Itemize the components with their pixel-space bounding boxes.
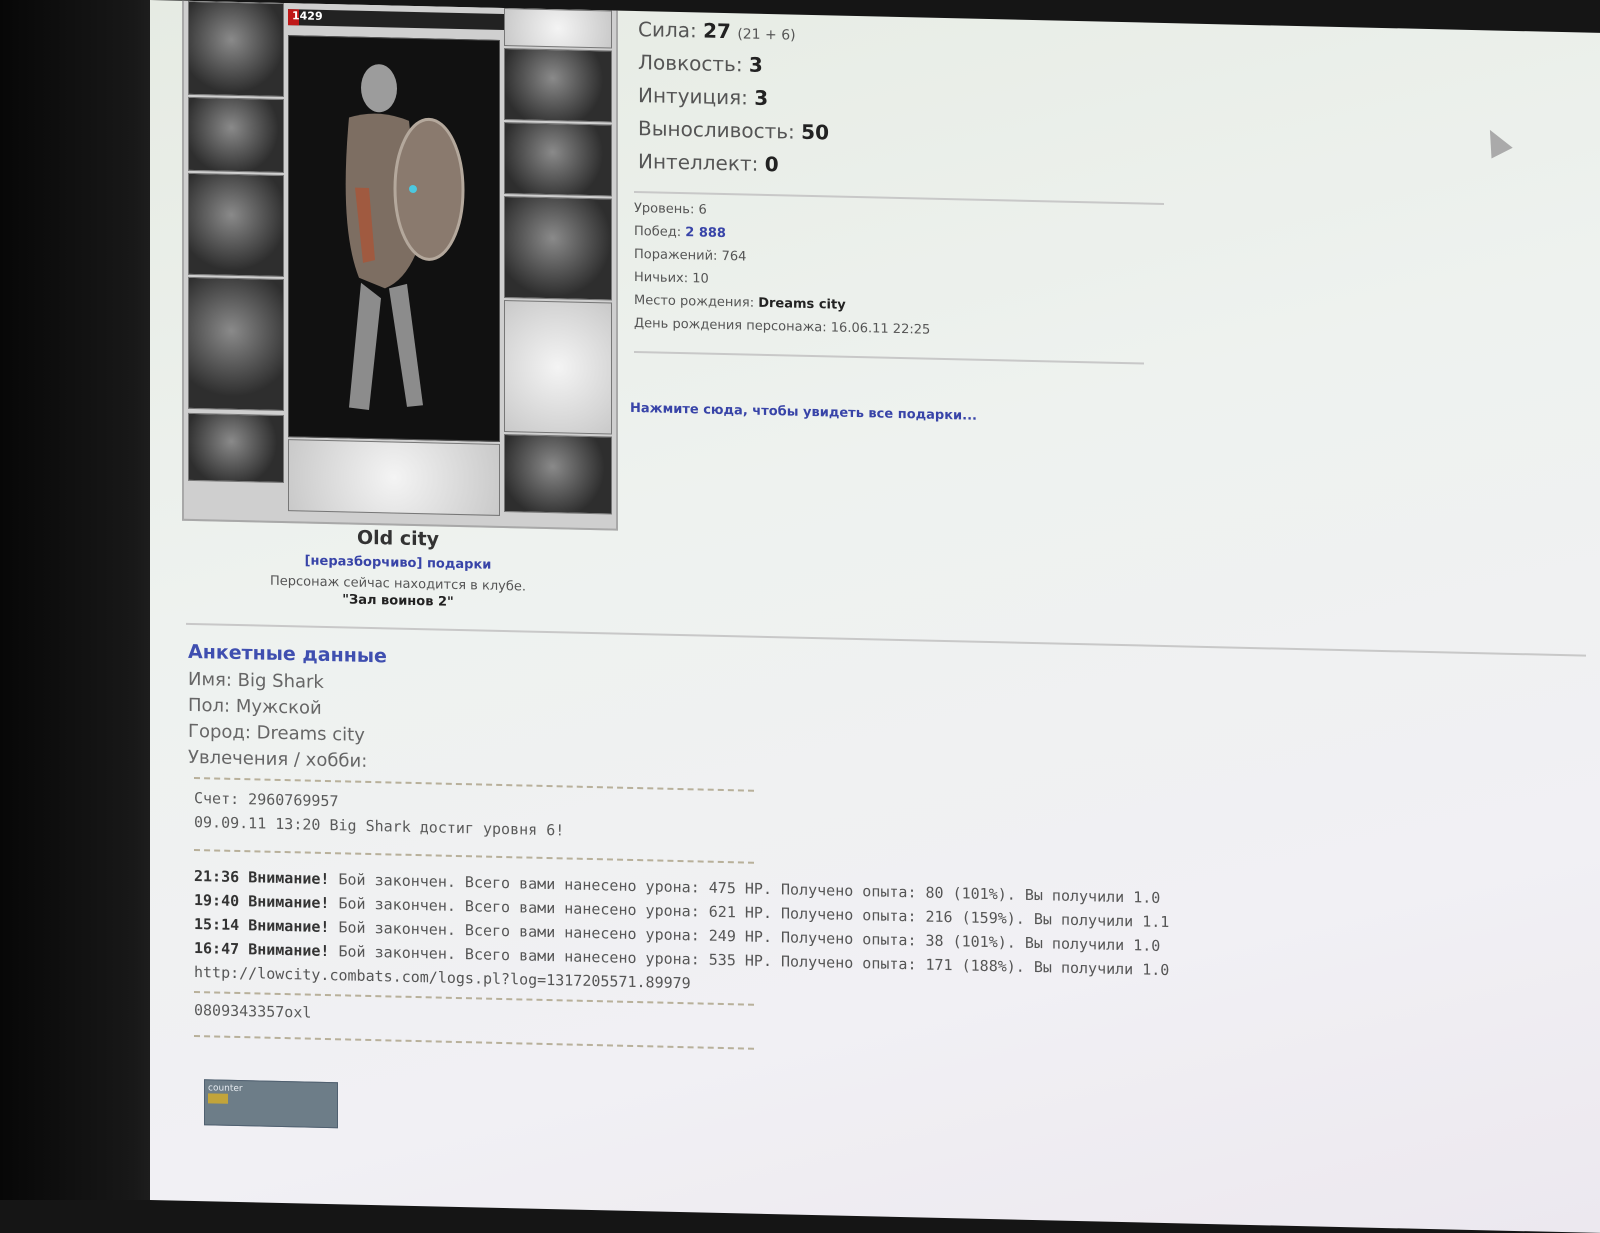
rune-slot[interactable] [504,8,612,49]
boots-slot[interactable] [504,434,612,515]
stat-row: Сила: 27 (21 + 6) [638,17,796,44]
browser-page: 1429 Old city [неразборчиво] подарки Пер… [150,0,1600,1233]
doll-caption: Old city [неразборчиво] подарки Персонаж… [182,523,614,614]
bio-header: Анкетные данные [188,640,387,668]
hp-text: 1429 [292,9,323,23]
account-text: Счет: 2960769957 [194,788,339,811]
birthplace-value: Dreams city [758,295,846,313]
hp-bar: 1429 [288,9,504,31]
helmet-slot[interactable] [188,0,284,98]
dashed-divider [194,776,754,792]
weapon-slot[interactable] [188,96,284,174]
losses-value: 764 [721,248,747,265]
pants-slot[interactable] [504,300,612,435]
stat-row: Интеллект: 0 [638,149,779,177]
level-event: 09.09.11 13:20 Big Shark достиг уровня 6… [194,812,565,840]
shield-slot[interactable] [504,196,612,301]
stat-row: Ловкость: 3 [638,50,763,77]
level-value: 6 [698,202,707,218]
amulet-slot[interactable] [504,48,612,123]
counter-badge[interactable]: counter [204,1079,338,1129]
birthday-value: 16.06.11 22:25 [830,320,931,338]
dashed-divider [194,848,754,864]
stats-block: Сила: 27 (21 + 6) Ловкость: 3 Интуиция: … [638,17,829,186]
mouse-cursor-icon [1479,124,1513,159]
all-gifts-link[interactable]: Нажмите сюда, чтобы увидеть все подарки.… [630,401,977,424]
wins-value: 2 888 [685,225,726,242]
divider [186,622,1586,657]
character-avatar [288,35,500,442]
belt-slot[interactable] [188,412,284,484]
badge-chart-icon [208,1093,228,1104]
location-room: "Зал воинов 2" [342,592,454,610]
bio-hobby: Увлечения / хобби: [188,746,368,772]
code-text: 0809343357oxl [194,1000,312,1022]
sword-slot[interactable] [188,172,284,278]
divider [634,350,1144,365]
dashed-divider [194,1034,754,1050]
warrior-figure [345,64,465,410]
gifts-link[interactable]: [неразборчиво] подарки [182,551,614,576]
profile-bio: Анкетные данные Имя: Big Shark Пол: Мужс… [188,641,387,778]
stat-row: Выносливость: 50 [638,116,829,145]
battle-log: 21:36 Внимание! Бой закончен. Всего вами… [194,867,1169,1009]
character-info: Уровень: 6 Побед: 2 888 Поражений: 764 Н… [634,200,931,338]
armor-slot[interactable] [188,276,284,412]
draws-value: 10 [692,271,709,287]
emblem-slot[interactable] [288,439,500,516]
stat-row: Интуиция: 3 [638,83,769,111]
gloves-slot[interactable] [504,122,612,197]
character-doll: 1429 [182,0,618,531]
